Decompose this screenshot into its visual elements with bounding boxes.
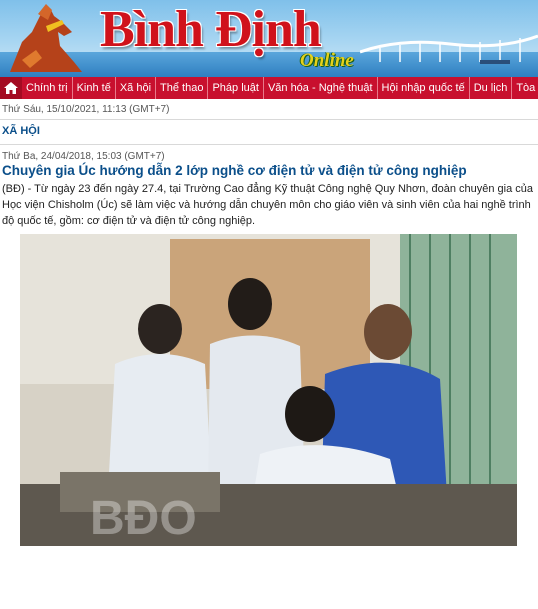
- nav-item-toa-soan[interactable]: Tòa soạn - Bạn đọc: [512, 77, 538, 99]
- divider: [0, 144, 538, 145]
- nav-item-xa-hoi[interactable]: Xã hội: [116, 77, 157, 99]
- bridge-illustration: [360, 34, 538, 64]
- nav-item-du-lich[interactable]: Du lịch: [470, 77, 513, 99]
- current-date: Thứ Sáu, 15/10/2021, 11:13 (GMT+7): [2, 104, 170, 115]
- nav-item-phap-luat[interactable]: Pháp luật: [208, 77, 264, 99]
- summary-line: Học viện Chisholm (Úc) sẽ làm việc và hư…: [2, 199, 531, 211]
- nav-item-chinh-tri[interactable]: Chính trị: [22, 77, 73, 99]
- section-label[interactable]: XÃ HỘI: [2, 125, 40, 137]
- divider: [0, 119, 538, 120]
- site-banner[interactable]: Bình Định Online: [0, 0, 538, 77]
- article-photo: BĐO: [20, 234, 517, 546]
- nav-item-kinh-te[interactable]: Kinh tế: [73, 77, 116, 99]
- site-logo[interactable]: Bình Định: [100, 0, 322, 59]
- article-date: Thứ Ba, 24/04/2018, 15:03 (GMT+7): [2, 151, 165, 162]
- summary-line: độ quốc tế, gồm: cơ điện tử và điện tử c…: [2, 215, 256, 227]
- home-icon: [4, 82, 18, 94]
- statue-logo-icon: [10, 4, 82, 72]
- nav-item-the-thao[interactable]: Thể thao: [156, 77, 209, 99]
- article-title: Chuyên gia Úc hướng dẫn 2 lớp nghề cơ đi…: [2, 163, 467, 178]
- photo-watermark: BĐO: [90, 492, 197, 545]
- nav-item-hoi-nhap[interactable]: Hội nhập quốc tế: [378, 77, 470, 99]
- article-summary: (BĐ) - Từ ngày 23 đến ngày 27.4, tại Trư…: [2, 181, 536, 229]
- summary-line: (BĐ) - Từ ngày 23 đến ngày 27.4, tại Trư…: [2, 183, 533, 195]
- nav-item-van-hoa[interactable]: Văn hóa - Nghệ thuật: [264, 77, 378, 99]
- home-button[interactable]: [0, 77, 22, 99]
- main-nav: Chính trị Kinh tế Xã hội Thể thao Pháp l…: [0, 77, 538, 99]
- site-logo-online: Online: [300, 50, 354, 71]
